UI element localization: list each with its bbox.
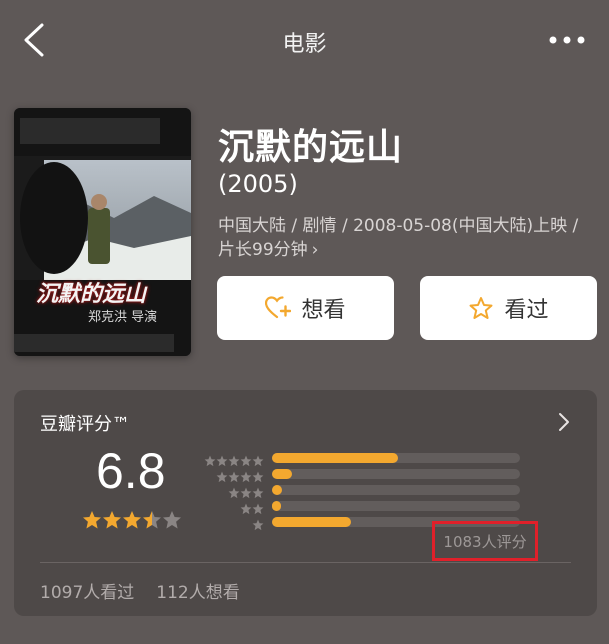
- rating-bar-stars: [204, 452, 272, 467]
- rating-bar-stars: [206, 468, 272, 483]
- rating-bar-row: [206, 498, 546, 515]
- rating-count: 1083人评分: [443, 532, 527, 551]
- want-to-watch-button[interactable]: 想看: [217, 276, 394, 340]
- small-star-icon: [228, 468, 240, 483]
- poster-title: 沉默的远山: [36, 281, 147, 307]
- rating-bar-track: [272, 485, 520, 495]
- divider: [40, 562, 571, 563]
- movie-meta-text: 中国大陆 / 剧情 / 2008-05-08(中国大陆)上映 / 片长99分钟: [218, 216, 579, 260]
- small-star-icon: [216, 468, 228, 483]
- heart-plus-icon: [265, 296, 292, 319]
- small-star-icon: [228, 452, 240, 467]
- small-star-icon: [240, 484, 252, 499]
- small-star-icon: [252, 516, 264, 531]
- movie-year: (2005): [218, 170, 298, 198]
- small-star-icon: [252, 484, 264, 499]
- want-count[interactable]: 112人想看: [156, 583, 239, 603]
- small-star-icon: [252, 500, 264, 515]
- small-star-icon: [240, 500, 252, 515]
- small-star-icon: [204, 452, 216, 467]
- rating-distribution: [204, 450, 546, 531]
- more-dots-icon[interactable]: [547, 30, 587, 50]
- chevron-right-icon: ›: [311, 240, 319, 260]
- rating-stars: [82, 510, 182, 530]
- rating-star-icon: [142, 510, 162, 530]
- small-star-icon: [216, 452, 228, 467]
- rating-star-icon: [102, 510, 122, 530]
- small-star-icon: [252, 468, 264, 483]
- want-to-watch-label: 想看: [301, 298, 346, 323]
- rating-bar-row: [206, 466, 546, 483]
- small-star-icon: [252, 452, 264, 467]
- watched-button[interactable]: 看过: [420, 276, 597, 340]
- rating-bar-stars: [206, 500, 272, 515]
- star-outline-icon: [469, 297, 493, 319]
- chevron-right-icon[interactable]: [557, 412, 571, 432]
- rating-bar-track: [272, 453, 520, 463]
- rating-bar-fill: [272, 469, 292, 479]
- rating-bar-stars: [206, 484, 272, 499]
- rating-header: 豆瓣评分™: [40, 414, 130, 435]
- rating-score: 6.8: [96, 443, 166, 499]
- movie-title: 沉默的远山: [218, 127, 404, 168]
- small-star-icon: [240, 468, 252, 483]
- rating-star-icon: [162, 510, 182, 530]
- movie-poster[interactable]: 沉默的远山 郑克洪 导演: [14, 108, 191, 356]
- watch-stats: 1097人看过 112人想看: [40, 578, 240, 603]
- rating-bar-track: [272, 501, 520, 511]
- rating-count-highlight[interactable]: 1083人评分: [432, 521, 538, 561]
- rating-bar-row: [204, 450, 546, 467]
- rating-bar-fill: [272, 485, 282, 495]
- rating-bar-fill: [272, 517, 352, 527]
- rating-bar-row: [206, 482, 546, 499]
- rating-bar-stars: [206, 516, 272, 531]
- small-star-icon: [240, 452, 252, 467]
- rating-bar-fill: [272, 501, 281, 511]
- rating-star-icon: [122, 510, 142, 530]
- watched-label: 看过: [504, 298, 549, 323]
- rating-bar-track: [272, 469, 520, 479]
- seen-count[interactable]: 1097人看过: [40, 583, 134, 603]
- page-title: 电影: [282, 32, 327, 57]
- top-nav: 电影: [0, 0, 609, 82]
- small-star-icon: [228, 484, 240, 499]
- rating-bar-fill: [272, 453, 399, 463]
- rating-star-icon: [82, 510, 102, 530]
- movie-meta[interactable]: 中国大陆 / 剧情 / 2008-05-08(中国大陆)上映 / 片长99分钟 ›: [218, 214, 598, 262]
- poster-director: 郑克洪 导演: [88, 310, 158, 325]
- rating-card[interactable]: 豆瓣评分™ 6.8 1083人评分 1097人看过 112人想看: [14, 390, 597, 616]
